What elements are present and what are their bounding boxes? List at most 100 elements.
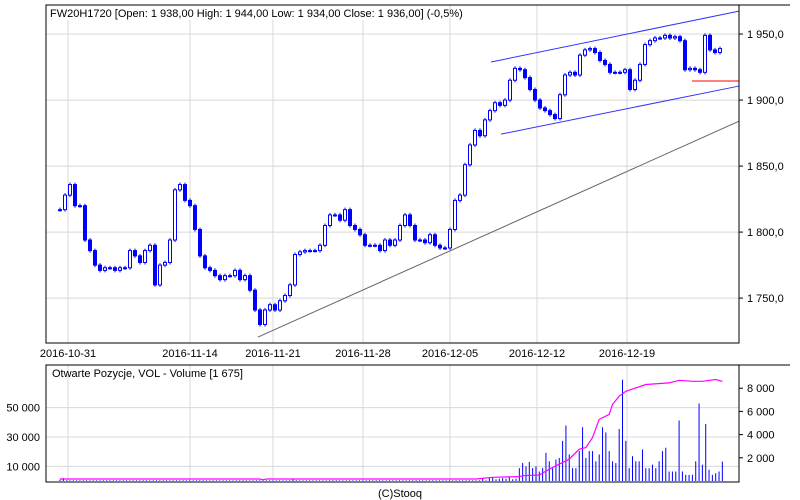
price-candle-down	[543, 107, 547, 112]
price-candle-up	[508, 79, 512, 101]
price-candle-up	[318, 244, 322, 252]
copyright: (C)Stooq	[378, 488, 422, 500]
price-candle-down	[198, 228, 202, 257]
volume-tick-label: 2 000	[747, 453, 775, 465]
price-candle-up	[688, 67, 692, 71]
price-candle-up	[313, 250, 317, 253]
price-candle-up	[638, 63, 642, 81]
price-candle-down	[548, 110, 552, 116]
price-candle-down	[88, 239, 92, 252]
date-tick-label: 2016-10-31	[40, 348, 96, 360]
price-candle-up	[143, 250, 147, 263]
volume-tick-label: 6 000	[747, 406, 775, 418]
price-candle-down	[608, 63, 612, 73]
price-candle-up	[233, 269, 237, 277]
price-candle-down	[553, 114, 557, 120]
price-candle-down	[253, 289, 257, 311]
price-candle-up	[463, 164, 467, 196]
price-candle-down	[593, 48, 597, 54]
price-candle-down	[353, 224, 357, 230]
price-candle-down	[348, 209, 352, 226]
price-candle-up	[583, 49, 587, 56]
price-candle-down	[518, 67, 522, 71]
price-candle-up	[148, 244, 152, 252]
price-candle-down	[258, 309, 262, 326]
price-candle-down	[113, 267, 117, 271]
price-candle-down	[133, 250, 137, 257]
price-candle-down	[83, 205, 87, 241]
price-candle-down	[273, 304, 277, 311]
price-candle-up	[373, 244, 377, 247]
price-candle-down	[153, 244, 157, 286]
price-candle-up	[368, 244, 372, 247]
price-candle-up	[398, 224, 402, 241]
price-candle-down	[138, 255, 142, 263]
price-candle-down	[683, 40, 687, 71]
price-candle-up	[268, 304, 272, 311]
volume-tick-label: 4 000	[747, 430, 775, 442]
price-candle-down	[498, 102, 502, 106]
date-tick-label: 2016-12-05	[422, 348, 478, 360]
price-candle-down	[358, 228, 362, 236]
price-candle-up	[703, 34, 707, 73]
price-candle-down	[538, 99, 542, 109]
date-tick-label: 2016-11-14	[162, 348, 217, 360]
price-candle-up	[333, 214, 337, 217]
price-candle-down	[238, 269, 242, 281]
price-candle-up	[278, 300, 282, 311]
price-candle-down	[213, 269, 217, 277]
price-candle-down	[668, 34, 672, 39]
price-candle-down	[208, 267, 212, 271]
price-candle-down	[413, 224, 417, 241]
price-candle-down	[98, 264, 102, 271]
price-candle-up	[588, 48, 592, 51]
price-candle-up	[283, 294, 287, 302]
price-candle-down	[598, 52, 602, 61]
price-candle-up	[483, 119, 487, 137]
price-candle-up	[158, 264, 162, 286]
price-candle-up	[243, 275, 247, 281]
date-tick-label: 2016-12-12	[509, 348, 565, 360]
price-candle-up	[308, 250, 312, 253]
price-candle-down	[363, 234, 367, 246]
price-candle-up	[223, 275, 227, 281]
price-candle-up	[178, 184, 182, 191]
price-candle-down	[93, 250, 97, 266]
oi-tick-label: 10 000	[6, 461, 40, 473]
price-candle-down	[218, 275, 222, 281]
price-candle-up	[453, 199, 457, 230]
date-tick-label: 2016-11-21	[245, 348, 300, 360]
price-candle-down	[713, 49, 717, 54]
price-candle-up	[323, 224, 327, 246]
price-tick-label: 1 850,0	[747, 161, 784, 173]
price-candle-up	[648, 40, 652, 46]
price-candle-down	[698, 69, 702, 73]
price-candle-down	[378, 244, 382, 252]
price-candle-up	[108, 267, 112, 270]
date-tick-label: 2016-11-28	[335, 348, 390, 360]
price-candle-up	[653, 37, 657, 42]
price-candle-up	[578, 54, 582, 76]
price-candle-up	[468, 144, 472, 166]
price-tick-label: 1 800,0	[747, 227, 784, 239]
volume-tick-label: 8 000	[747, 383, 775, 395]
price-candle-up	[393, 239, 397, 246]
price-candle-down	[183, 184, 187, 201]
price-candle-up	[103, 267, 107, 271]
price-candle-down	[528, 77, 532, 90]
price-candle-up	[383, 239, 387, 252]
price-candle-up	[558, 94, 562, 120]
volume-panel-title: Otwarte Pozycje, VOL - Volume [1 675]	[52, 368, 243, 380]
price-candle-down	[193, 205, 197, 230]
oi-tick-label: 30 000	[6, 432, 40, 444]
price-candle-down	[248, 275, 252, 291]
price-candle-up	[118, 267, 122, 271]
price-candle-down	[203, 255, 207, 269]
price-candle-down	[438, 244, 442, 249]
price-candle-up	[718, 48, 722, 54]
price-candle-up	[503, 99, 507, 106]
price-candle-up	[403, 214, 407, 226]
price-candle-up	[128, 250, 132, 269]
price-candle-up	[68, 184, 72, 196]
price-candle-up	[428, 234, 432, 244]
